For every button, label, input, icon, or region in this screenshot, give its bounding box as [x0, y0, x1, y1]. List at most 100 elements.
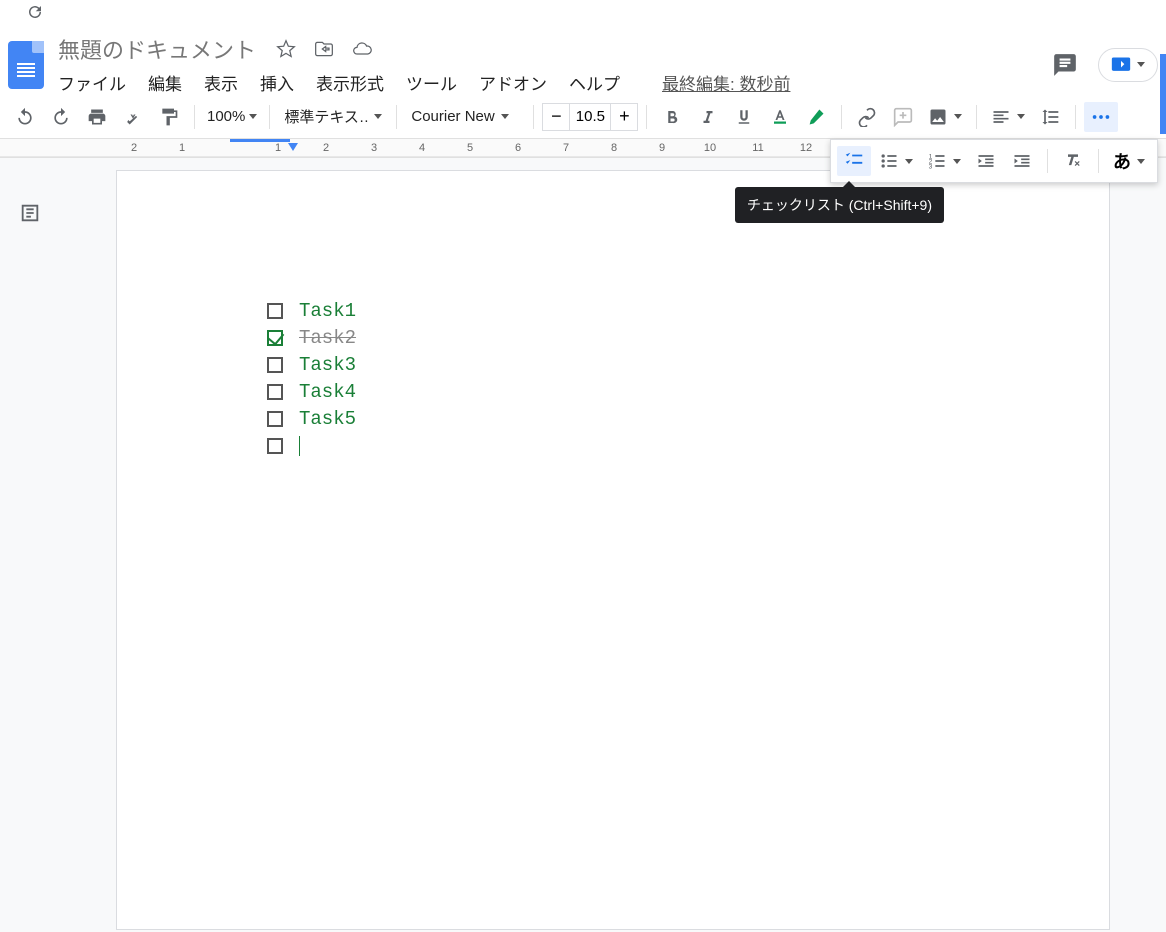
task-label[interactable]: Task5 [299, 408, 356, 430]
menu-format[interactable]: 表示形式 [316, 70, 384, 95]
zoom-select[interactable]: 100% [203, 108, 261, 125]
menu-tools[interactable]: ツール [406, 70, 457, 95]
checklist: Task1 Task2 Task3 Task4 Task5 [267, 297, 1109, 459]
comments-icon[interactable] [1052, 52, 1078, 78]
present-button[interactable] [1098, 48, 1158, 82]
checklist-item[interactable]: Task3 [267, 351, 1109, 378]
ruler-margin[interactable] [230, 139, 290, 157]
font-size-control: − + [542, 103, 638, 131]
ruler-mark: 7 [542, 142, 590, 154]
ruler-mark: 3 [350, 142, 398, 154]
checkbox[interactable] [267, 411, 283, 427]
bold-button[interactable] [655, 102, 689, 132]
insert-comment-button[interactable] [886, 102, 920, 132]
decrease-font-button[interactable]: − [542, 103, 570, 131]
checkbox[interactable] [267, 303, 283, 319]
font-select[interactable]: Courier New [405, 108, 525, 125]
print-button[interactable] [80, 102, 114, 132]
checklist-item[interactable]: Task5 [267, 405, 1109, 432]
numbered-list-button[interactable]: 123 [921, 151, 967, 171]
menu-insert[interactable]: 挿入 [260, 70, 294, 95]
font-size-input[interactable] [570, 103, 610, 131]
style-value: 標準テキス… [284, 106, 368, 127]
ruler-mark: 12 [782, 142, 830, 154]
checkbox[interactable] [267, 438, 283, 454]
move-icon[interactable] [314, 39, 334, 59]
line-spacing-button[interactable] [1033, 102, 1067, 132]
clear-formatting-button[interactable] [1056, 146, 1090, 176]
menu-help[interactable]: ヘルプ [569, 70, 620, 95]
chevron-down-icon [953, 159, 961, 164]
decrease-indent-button[interactable] [969, 146, 1003, 176]
ruler-mark: 2 [110, 142, 158, 154]
ruler-mark: 5 [446, 142, 494, 154]
increase-font-button[interactable]: + [610, 103, 638, 131]
checkbox[interactable] [267, 384, 283, 400]
menu-view[interactable]: 表示 [204, 70, 238, 95]
italic-button[interactable] [691, 102, 725, 132]
paint-format-button[interactable] [152, 102, 186, 132]
task-label[interactable]: Task4 [299, 381, 356, 403]
input-tools-button[interactable]: あ [1107, 148, 1151, 174]
browser-bar [0, 0, 1166, 24]
paragraph-style-select[interactable]: 標準テキス… [278, 106, 388, 127]
redo-button[interactable] [44, 102, 78, 132]
menu-file[interactable]: ファイル [58, 70, 126, 95]
page[interactable]: Task1 Task2 Task3 Task4 Task5 [116, 170, 1110, 930]
chevron-down-icon [501, 114, 509, 119]
text-color-button[interactable] [763, 102, 797, 132]
menu-addons[interactable]: アドオン [479, 70, 547, 95]
insert-image-button[interactable] [922, 107, 968, 127]
checkbox[interactable] [267, 330, 283, 346]
ruler-mark: 11 [734, 142, 782, 154]
insert-link-button[interactable] [850, 102, 884, 132]
ruler-mark: 6 [494, 142, 542, 154]
highlight-button[interactable] [799, 102, 833, 132]
align-button[interactable] [985, 107, 1031, 127]
app-header: 無題のドキュメント ファイル 編集 表示 挿入 表示形式 ツール アドオン ヘル… [0, 24, 1166, 158]
docs-logo[interactable] [8, 41, 44, 89]
ruler-mark: 4 [398, 142, 446, 154]
toolbar: 100% 標準テキス… Courier New − + [0, 95, 1166, 139]
cloud-icon[interactable] [352, 39, 372, 59]
ruler-mark: 8 [590, 142, 638, 154]
document-area: Task1 Task2 Task3 Task4 Task5 [0, 158, 1166, 932]
star-icon[interactable] [276, 39, 296, 59]
ruler-mark: 9 [638, 142, 686, 154]
chevron-down-icon [1017, 114, 1025, 119]
checkbox[interactable] [267, 357, 283, 373]
task-label[interactable]: Task3 [299, 354, 356, 376]
menu-bar: ファイル 編集 表示 挿入 表示形式 ツール アドオン ヘルプ 最終編集: 数秒… [58, 70, 1052, 95]
bulleted-list-button[interactable] [873, 151, 919, 171]
ruler-indent-marker[interactable] [288, 143, 298, 151]
checklist-item[interactable]: Task2 [267, 324, 1109, 351]
reload-icon[interactable] [26, 3, 44, 21]
zoom-value: 100% [207, 108, 245, 125]
overflow-toolbar: 123 あ [830, 139, 1158, 183]
outline-toggle[interactable] [0, 158, 60, 932]
text-cursor [299, 436, 300, 456]
checklist-item[interactable] [267, 432, 1109, 459]
menu-edit[interactable]: 編集 [148, 70, 182, 95]
checklist-item[interactable]: Task4 [267, 378, 1109, 405]
undo-button[interactable] [8, 102, 42, 132]
increase-indent-button[interactable] [1005, 146, 1039, 176]
task-label[interactable]: Task2 [299, 327, 356, 349]
tooltip-checklist: チェックリスト (Ctrl+Shift+9) [735, 187, 944, 223]
more-button[interactable] [1084, 102, 1118, 132]
chevron-down-icon [1137, 159, 1145, 164]
chevron-down-icon [1137, 62, 1145, 67]
checklist-item[interactable]: Task1 [267, 297, 1109, 324]
task-label[interactable]: Task1 [299, 300, 356, 322]
checklist-button[interactable] [837, 146, 871, 176]
chevron-down-icon [374, 114, 382, 119]
underline-button[interactable] [727, 102, 761, 132]
spellcheck-button[interactable] [116, 102, 150, 132]
ruler-mark: 2 [302, 142, 350, 154]
document-title[interactable]: 無題のドキュメント [58, 33, 256, 65]
last-edit-link[interactable]: 最終編集: 数秒前 [662, 70, 790, 95]
chevron-down-icon [249, 114, 257, 119]
svg-text:3: 3 [929, 164, 933, 171]
chevron-down-icon [905, 159, 913, 164]
font-value: Courier New [411, 108, 494, 125]
